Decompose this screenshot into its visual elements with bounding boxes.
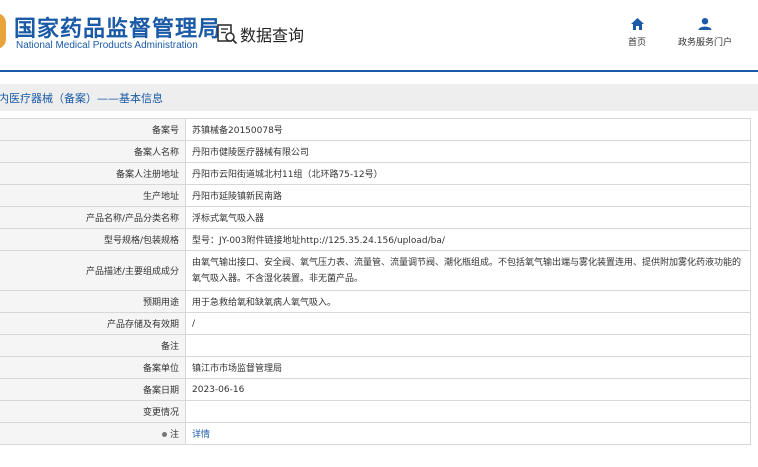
table-row-model-spec: 型号规格/包装规格 型号：JY-003附件链接地址http://125.35.2… (0, 228, 751, 251)
row-label: 产品名称/产品分类名称 (0, 206, 186, 229)
row-value: 苏镇械备20150078号 (185, 118, 751, 141)
row-value: 浮标式氧气吸入器 (185, 206, 751, 229)
row-label: 备案日期 (0, 378, 186, 401)
site-header: 国家药品监督管理局 National Medical Products Admi… (0, 0, 758, 70)
nav-government-service-portal[interactable]: 政务服务门户 (678, 18, 732, 48)
row-value: 丹阳市延陵镇新民南路 (185, 184, 751, 207)
row-value (185, 400, 751, 423)
site-title: 国家药品监督管理局 (14, 17, 222, 42)
table-row-note: 注 详情 (0, 422, 751, 445)
row-value: 2023-06-16 (185, 378, 751, 401)
row-label: 生产地址 (0, 184, 186, 207)
row-label: 注 (0, 422, 186, 445)
table-row-registrant-address: 备案人注册地址 丹阳市云阳街道城北村11组（北环路75-12号） (0, 162, 751, 185)
row-value: / (185, 312, 751, 335)
note-label: 注 (169, 430, 179, 440)
row-label: 备案人名称 (0, 140, 186, 163)
note-bullet-icon (161, 432, 167, 437)
row-label: 预期用途 (0, 290, 186, 313)
nmpa-emblem-logo (0, 13, 6, 49)
row-label: 备案单位 (0, 356, 186, 379)
user-icon (698, 18, 712, 30)
row-label: 备案人注册地址 (0, 162, 186, 185)
row-label: 产品描述/主要组成成分 (0, 250, 186, 291)
table-row-change-status: 变更情况 (0, 400, 751, 423)
table-row-product-name: 产品名称/产品分类名称 浮标式氧气吸入器 (0, 206, 751, 229)
row-value: 用于急救给氧和缺氧病人氧气吸入。 (185, 290, 751, 313)
table-row-product-description: 产品描述/主要组成成分 由氧气输出接口、安全阀、氧气压力表、流量管、流量调节阀、… (0, 250, 751, 291)
row-label: 产品存储及有效期 (0, 312, 186, 335)
table-row-production-address: 生产地址 丹阳市延陵镇新民南路 (0, 184, 751, 207)
nav-home[interactable]: 首页 (628, 18, 646, 48)
row-label: 备案号 (0, 118, 186, 141)
data-query-heading[interactable]: 数据查询 (216, 22, 304, 46)
row-value: 镇江市市场监督管理局 (185, 356, 751, 379)
table-row-intended-use: 预期用途 用于急救给氧和缺氧病人氧气吸入。 (0, 290, 751, 313)
data-query-icon (217, 24, 238, 45)
table-row-remarks: 备注 (0, 334, 751, 357)
row-label: 变更情况 (0, 400, 186, 423)
table-row-filing-unit: 备案单位 镇江市市场监督管理局 (0, 356, 751, 379)
row-value: 型号：JY-003附件链接地址http://125.35.24.156/uplo… (185, 228, 751, 251)
data-query-label: 数据查询 (240, 26, 305, 45)
details-link[interactable]: 详情 (192, 430, 210, 440)
table-row-registrant-name: 备案人名称 丹阳市健陵医疗器械有限公司 (0, 140, 751, 163)
home-icon (630, 18, 644, 30)
row-value: 丹阳市健陵医疗器械有限公司 (185, 140, 751, 163)
table-row-storage-validity: 产品存储及有效期 / (0, 312, 751, 335)
section-title: 内医疗器械（备案）——基本信息 (0, 92, 163, 105)
section-header: 内医疗器械（备案）——基本信息 (0, 84, 758, 111)
row-value (185, 334, 751, 357)
row-value: 详情 (185, 422, 751, 445)
site-subtitle: National Medical Products Administration (16, 40, 198, 51)
nav-portal-label: 政务服务门户 (678, 38, 733, 48)
row-value: 由氧气输出接口、安全阀、氧气压力表、流量管、流量调节阀、潮化瓶组成。不包括氧气输… (185, 250, 751, 291)
row-label: 型号规格/包装规格 (0, 228, 186, 251)
row-value: 丹阳市云阳街道城北村11组（北环路75-12号） (185, 162, 751, 185)
row-label: 备注 (0, 334, 186, 357)
header-divider (0, 70, 758, 72)
record-detail-table: 备案号 苏镇械备20150078号 备案人名称 丹阳市健陵医疗器械有限公司 备案… (0, 118, 751, 445)
table-row-record-number: 备案号 苏镇械备20150078号 (0, 118, 751, 141)
table-row-filing-date: 备案日期 2023-06-16 (0, 378, 751, 401)
nav-home-label: 首页 (628, 38, 647, 48)
